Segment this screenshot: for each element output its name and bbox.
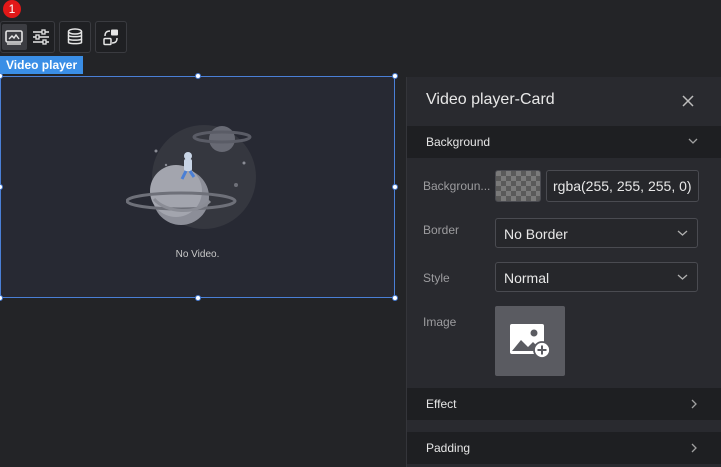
sliders-icon [32,29,49,45]
section-padding-header[interactable]: Padding [407,432,721,464]
image-field-label: Image [423,315,457,329]
section-effect-header[interactable]: Effect [407,388,721,420]
background-color-input[interactable] [546,170,699,202]
section-effect-label: Effect [426,397,457,411]
video-player-component[interactable]: No Video. [0,73,398,301]
section-background-label: Background [426,135,491,149]
close-icon[interactable] [681,94,695,108]
panel-title: Video player-Card [426,91,555,108]
background-color-swatch[interactable] [495,170,541,202]
add-image-icon [510,324,551,359]
data-source-button[interactable] [62,24,88,50]
interaction-button[interactable] [98,24,124,50]
card-settings-panel: Video player-Card Background Backgroun..… [406,77,721,467]
resize-handle-top[interactable] [195,73,201,79]
resize-handle-right[interactable] [392,184,398,190]
resize-handle-left[interactable] [0,184,3,190]
resize-handle-top-right[interactable] [392,73,398,79]
step-badge-1: 1 [3,0,21,18]
toolbar-group-data [59,21,91,53]
component-style-button[interactable] [2,24,27,50]
border-select[interactable]: No Border [495,218,698,248]
chevron-down-icon [677,274,688,280]
chevron-right-icon [691,443,697,453]
chevron-down-icon [688,138,698,144]
resize-handle-bottom-left[interactable] [0,295,3,301]
resize-handle-bottom-right[interactable] [392,295,398,301]
style-select-value: Normal [504,270,550,286]
component-settings-button[interactable] [29,24,54,50]
style-field-label: Style [423,271,450,285]
background-field-label: Backgroun... [423,179,491,193]
section-padding-label: Padding [426,441,471,455]
style-select[interactable]: Normal [495,262,698,292]
image-frame-icon [5,30,24,45]
component-name-tag: Video player [0,56,84,74]
chevron-down-icon [677,230,688,236]
toolbar-group-main [0,21,55,53]
planet-astronaut-illustration [126,125,256,229]
database-icon [67,28,83,45]
no-video-text: No Video. [175,249,220,260]
border-select-value: No Border [504,226,568,242]
image-upload-button[interactable] [495,306,565,376]
resize-handle-top-left[interactable] [0,73,3,79]
border-field-label: Border [423,223,460,237]
resize-handle-bottom[interactable] [195,295,201,301]
chevron-right-icon [691,399,697,409]
interaction-icon [103,29,118,46]
section-background-header[interactable]: Background [407,126,721,158]
toolbar-group-interaction [95,21,127,53]
